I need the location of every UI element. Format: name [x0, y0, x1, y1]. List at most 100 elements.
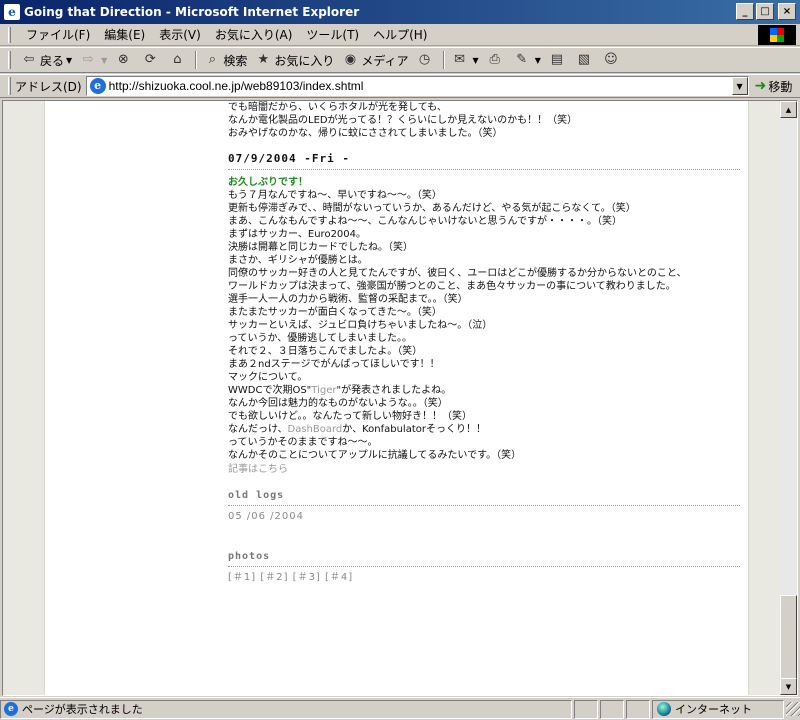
status-text: ページが表示されました [22, 703, 143, 716]
text-line: まあ２ndステージでがんばってほしいです！！ [228, 359, 440, 370]
window-controls: _ □ × [736, 3, 796, 20]
menu-view[interactable]: 表示(V) [152, 24, 208, 45]
address-grip[interactable] [8, 77, 11, 95]
mail-dropdown-icon[interactable]: ▼ [473, 56, 479, 65]
history-button[interactable]: ◷ [413, 50, 440, 70]
media-label: メディア [361, 53, 409, 68]
dashboard-link[interactable]: DashBoard [288, 424, 343, 435]
maximize-button[interactable]: □ [756, 3, 774, 20]
page-status-icon: e [4, 702, 18, 716]
entry-date-heading: 07/9/2004 -Fri - [228, 152, 740, 170]
back-button[interactable]: ⇦ 戻る ▼ [17, 50, 76, 71]
toolbar-separator [195, 51, 198, 69]
ie-icon: e [4, 4, 20, 20]
close-button[interactable]: × [778, 3, 796, 20]
text-line: なんか今回は魅力的なものがないような。。（笑） [228, 398, 448, 409]
status-cell [574, 699, 598, 719]
address-bar: アドレス(D) e http://shizuoka.cool.ne.jp/web… [0, 74, 800, 98]
text-line: マックについて。 [228, 372, 308, 383]
research-button[interactable]: ▧ [572, 50, 599, 70]
print-button[interactable]: ⎙ [483, 50, 510, 70]
security-zone: インターネット [652, 699, 784, 719]
media-button[interactable]: ◉ メディア [338, 50, 412, 71]
text-line: もう７月なんですね～、早いですね～～。（笑） [228, 190, 442, 201]
scroll-thumb[interactable] [780, 595, 797, 679]
text-line: っていうかそのままですね～～。 [228, 437, 378, 448]
internet-zone-icon [657, 702, 671, 716]
menu-tools[interactable]: ツール(T) [299, 24, 366, 45]
go-arrow-icon: ➜ [754, 78, 767, 94]
home-icon: ⌂ [173, 52, 182, 67]
text-line: ワールドカップは決まって、強豪国が勝つとのこと、まあ色々サッカーの事について教わ… [228, 281, 676, 292]
edit-dropdown-icon[interactable]: ▼ [535, 56, 541, 65]
standard-toolbar: ⇦ 戻る ▼ ⇨ ▼ ⊗ ⟳ ⌂ ⌕ 検索 ★ お気に入り ◉ メディア ◷ ✉… [0, 47, 800, 73]
text-line: またまたサッカーが面白くなってきた～。（笑） [228, 307, 442, 318]
forward-button[interactable]: ⇨ ▼ [76, 50, 111, 70]
menu-file[interactable]: ファイル(F) [19, 24, 97, 45]
favorites-button[interactable]: ★ お気に入り [251, 50, 338, 71]
text-line: 同僚のサッカー好きの人と見てたんですが、彼曰く、ユーロはどこが優勝するか分からな… [228, 268, 687, 279]
text-line: なんかそのことについてアップルに抗議してるみたいです。（笑） [228, 450, 522, 461]
scroll-down-icon[interactable]: ▼ [780, 678, 797, 695]
history-icon: ◷ [418, 52, 431, 67]
text-fragment: WWDCで次期OS" [228, 385, 312, 396]
back-arrow-icon: ⇦ [23, 52, 35, 67]
text-line: おみやげなのかな、帰りに蚊にさされてしまいました。（笑） [228, 128, 503, 139]
back-label: 戻る [40, 53, 65, 68]
text-line: 更新も停滞ぎみで、、時間がないっていうか、あるんだけど、やる気が起こらなくて。（… [228, 203, 636, 214]
photos-links[interactable]: [＃1] [＃2] [＃3] [＃4] [228, 571, 740, 584]
status-cell [600, 699, 624, 719]
page-viewport: でも暗闇だから、いくらホタルが光を発しても、 なんか電化製品のLEDが光ってる！… [2, 100, 798, 696]
search-label: 検索 [223, 53, 248, 68]
page-right-margin [748, 101, 780, 695]
text-line: まあ、こんなもんですよね～～、こんなんじゃいけないと思うんですが・・・・。（笑） [228, 216, 622, 227]
print-icon: ⎙ [489, 52, 500, 67]
old-logs-link[interactable]: 05 /06 /2004 [228, 510, 740, 523]
status-cell [626, 699, 650, 719]
vertical-scrollbar[interactable]: ▲ ▼ [780, 101, 797, 695]
menu-grip[interactable] [8, 26, 11, 43]
text-line: でも欲しいけど。。なんたって新しい物好き！！（笑） [228, 411, 472, 422]
menu-favorites[interactable]: お気に入り(A) [208, 24, 300, 45]
minimize-button[interactable]: _ [736, 3, 754, 20]
home-button[interactable]: ⌂ [165, 50, 192, 70]
forward-arrow-icon: ⇨ [82, 52, 94, 67]
more-link[interactable]: 記事はこちら [228, 463, 740, 476]
text-line: 決勝は開幕と同じカードでしたね。（笑） [228, 242, 413, 253]
mail-button[interactable]: ✉ ▼ [448, 50, 483, 70]
page-left-margin [3, 101, 45, 695]
dashboard-line: なんだっけ、DashBoardか、Konfabulatorそっくり！！ [228, 423, 740, 436]
menu-help[interactable]: ヘルプ(H) [366, 24, 434, 45]
back-dropdown-icon[interactable]: ▼ [66, 56, 72, 65]
search-button[interactable]: ⌕ 検索 [200, 50, 251, 71]
text-fragment: "が発表されましたよね。 [336, 385, 452, 396]
refresh-button[interactable]: ⟳ [138, 50, 165, 70]
search-icon: ⌕ [208, 52, 216, 67]
discuss-icon: ▤ [550, 52, 563, 67]
go-button[interactable]: ➜ 移動 [755, 78, 793, 95]
address-dropdown-icon[interactable]: ▼ [731, 77, 748, 95]
resize-grip-icon[interactable] [786, 702, 800, 716]
address-label: アドレス(D) [15, 79, 82, 94]
status-bar: e ページが表示されました インターネット [0, 697, 800, 720]
discuss-button[interactable]: ▤ [545, 50, 572, 70]
text-fragment: なんだっけ、 [228, 424, 288, 435]
forward-dropdown-icon[interactable]: ▼ [101, 56, 107, 65]
address-url[interactable]: http://shizuoka.cool.ne.jp/web89103/inde… [109, 79, 364, 93]
wwdc-line: WWDCで次期OS"Tiger"が発表されましたよね。 [228, 384, 740, 397]
edit-button[interactable]: ✎ ▼ [510, 50, 545, 70]
toolbar-grip[interactable] [8, 51, 11, 69]
tiger-link[interactable]: Tiger [311, 385, 336, 396]
windows-logo-icon [758, 25, 796, 45]
text-line: サッカーといえば、ジュビロ負けちゃいましたね～。（泣） [228, 320, 493, 331]
stop-button[interactable]: ⊗ [111, 50, 138, 70]
address-input[interactable]: e http://shizuoka.cool.ne.jp/web89103/in… [85, 76, 749, 96]
text-line: それで２、３日落ちこんでましたよ。（笑） [228, 346, 423, 357]
text-line: っていうか、優勝逃してしまいました。。 [228, 333, 412, 344]
edit-icon: ✎ [516, 52, 528, 67]
scroll-up-icon[interactable]: ▲ [780, 101, 797, 118]
favorites-icon: ★ [257, 52, 270, 67]
menu-edit[interactable]: 編集(E) [97, 24, 152, 45]
photos-heading: photos [228, 551, 740, 567]
messenger-button[interactable]: ☺ [599, 50, 626, 70]
